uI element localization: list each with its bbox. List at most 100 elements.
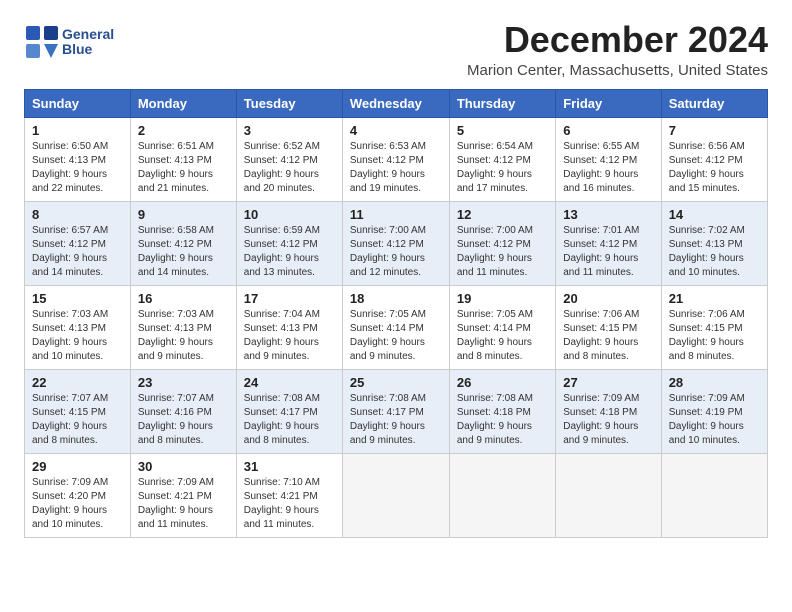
day-number: 9 [138,207,229,222]
calendar-cell [556,453,661,537]
day-detail: Sunrise: 6:57 AMSunset: 4:12 PMDaylight:… [32,225,108,278]
weekday-header-monday: Monday [130,89,236,117]
location-title: Marion Center, Massachusetts, United Sta… [467,62,768,79]
calendar-week-1: 1 Sunrise: 6:50 AMSunset: 4:13 PMDayligh… [25,117,768,201]
day-detail: Sunrise: 6:52 AMSunset: 4:12 PMDaylight:… [244,141,320,194]
month-title: December 2024 [467,20,768,60]
calendar-cell: 8 Sunrise: 6:57 AMSunset: 4:12 PMDayligh… [25,201,131,285]
day-number: 27 [563,375,653,390]
day-number: 24 [244,375,335,390]
day-detail: Sunrise: 6:51 AMSunset: 4:13 PMDaylight:… [138,141,214,194]
day-detail: Sunrise: 6:59 AMSunset: 4:12 PMDaylight:… [244,225,320,278]
weekday-header-saturday: Saturday [661,89,767,117]
day-detail: Sunrise: 7:00 AMSunset: 4:12 PMDaylight:… [350,225,426,278]
calendar-cell: 26 Sunrise: 7:08 AMSunset: 4:18 PMDaylig… [449,369,555,453]
calendar-week-4: 22 Sunrise: 7:07 AMSunset: 4:15 PMDaylig… [25,369,768,453]
calendar-cell: 15 Sunrise: 7:03 AMSunset: 4:13 PMDaylig… [25,285,131,369]
day-number: 3 [244,123,335,138]
day-number: 18 [350,291,442,306]
day-detail: Sunrise: 7:08 AMSunset: 4:17 PMDaylight:… [244,393,320,446]
calendar-table: SundayMondayTuesdayWednesdayThursdayFrid… [24,89,768,538]
day-detail: Sunrise: 7:08 AMSunset: 4:17 PMDaylight:… [350,393,426,446]
day-detail: Sunrise: 7:09 AMSunset: 4:21 PMDaylight:… [138,477,214,530]
title-block: December 2024 Marion Center, Massachuset… [467,20,768,79]
day-number: 4 [350,123,442,138]
day-number: 8 [32,207,123,222]
day-detail: Sunrise: 7:01 AMSunset: 4:12 PMDaylight:… [563,225,639,278]
weekday-header-thursday: Thursday [449,89,555,117]
page-header: General Blue December 2024 Marion Center… [24,20,768,79]
calendar-cell: 22 Sunrise: 7:07 AMSunset: 4:15 PMDaylig… [25,369,131,453]
calendar-cell: 6 Sunrise: 6:55 AMSunset: 4:12 PMDayligh… [556,117,661,201]
calendar-cell: 11 Sunrise: 7:00 AMSunset: 4:12 PMDaylig… [342,201,449,285]
calendar-cell: 30 Sunrise: 7:09 AMSunset: 4:21 PMDaylig… [130,453,236,537]
calendar-cell: 28 Sunrise: 7:09 AMSunset: 4:19 PMDaylig… [661,369,767,453]
day-detail: Sunrise: 7:10 AMSunset: 4:21 PMDaylight:… [244,477,320,530]
logo-text-line2: Blue [62,42,114,57]
calendar-cell: 13 Sunrise: 7:01 AMSunset: 4:12 PMDaylig… [556,201,661,285]
calendar-cell: 17 Sunrise: 7:04 AMSunset: 4:13 PMDaylig… [236,285,342,369]
weekday-header-wednesday: Wednesday [342,89,449,117]
day-detail: Sunrise: 6:56 AMSunset: 4:12 PMDaylight:… [669,141,745,194]
day-detail: Sunrise: 7:04 AMSunset: 4:13 PMDaylight:… [244,309,320,362]
day-number: 22 [32,375,123,390]
logo: General Blue [24,24,114,60]
calendar-cell: 4 Sunrise: 6:53 AMSunset: 4:12 PMDayligh… [342,117,449,201]
calendar-cell: 21 Sunrise: 7:06 AMSunset: 4:15 PMDaylig… [661,285,767,369]
day-number: 21 [669,291,760,306]
calendar-cell: 31 Sunrise: 7:10 AMSunset: 4:21 PMDaylig… [236,453,342,537]
day-number: 13 [563,207,653,222]
day-number: 25 [350,375,442,390]
calendar-week-3: 15 Sunrise: 7:03 AMSunset: 4:13 PMDaylig… [25,285,768,369]
calendar-cell: 2 Sunrise: 6:51 AMSunset: 4:13 PMDayligh… [130,117,236,201]
day-number: 15 [32,291,123,306]
weekday-header-friday: Friday [556,89,661,117]
calendar-cell: 3 Sunrise: 6:52 AMSunset: 4:12 PMDayligh… [236,117,342,201]
day-detail: Sunrise: 7:05 AMSunset: 4:14 PMDaylight:… [457,309,533,362]
logo-text-line1: General [62,27,114,42]
calendar-cell: 25 Sunrise: 7:08 AMSunset: 4:17 PMDaylig… [342,369,449,453]
calendar-cell: 12 Sunrise: 7:00 AMSunset: 4:12 PMDaylig… [449,201,555,285]
calendar-cell: 5 Sunrise: 6:54 AMSunset: 4:12 PMDayligh… [449,117,555,201]
day-number: 17 [244,291,335,306]
calendar-cell: 29 Sunrise: 7:09 AMSunset: 4:20 PMDaylig… [25,453,131,537]
day-number: 11 [350,207,442,222]
calendar-cell: 27 Sunrise: 7:09 AMSunset: 4:18 PMDaylig… [556,369,661,453]
day-detail: Sunrise: 6:54 AMSunset: 4:12 PMDaylight:… [457,141,533,194]
day-detail: Sunrise: 7:05 AMSunset: 4:14 PMDaylight:… [350,309,426,362]
day-number: 2 [138,123,229,138]
day-detail: Sunrise: 6:53 AMSunset: 4:12 PMDaylight:… [350,141,426,194]
day-number: 12 [457,207,548,222]
calendar-cell: 23 Sunrise: 7:07 AMSunset: 4:16 PMDaylig… [130,369,236,453]
day-number: 26 [457,375,548,390]
day-number: 29 [32,459,123,474]
day-detail: Sunrise: 7:06 AMSunset: 4:15 PMDaylight:… [563,309,639,362]
day-number: 30 [138,459,229,474]
day-detail: Sunrise: 7:02 AMSunset: 4:13 PMDaylight:… [669,225,745,278]
calendar-cell: 18 Sunrise: 7:05 AMSunset: 4:14 PMDaylig… [342,285,449,369]
logo-icon [24,24,60,60]
day-detail: Sunrise: 7:03 AMSunset: 4:13 PMDaylight:… [138,309,214,362]
day-number: 10 [244,207,335,222]
calendar-week-2: 8 Sunrise: 6:57 AMSunset: 4:12 PMDayligh… [25,201,768,285]
day-detail: Sunrise: 6:58 AMSunset: 4:12 PMDaylight:… [138,225,214,278]
weekday-header-row: SundayMondayTuesdayWednesdayThursdayFrid… [25,89,768,117]
weekday-header-tuesday: Tuesday [236,89,342,117]
day-detail: Sunrise: 7:03 AMSunset: 4:13 PMDaylight:… [32,309,108,362]
calendar-cell: 24 Sunrise: 7:08 AMSunset: 4:17 PMDaylig… [236,369,342,453]
day-detail: Sunrise: 7:08 AMSunset: 4:18 PMDaylight:… [457,393,533,446]
day-detail: Sunrise: 7:07 AMSunset: 4:16 PMDaylight:… [138,393,214,446]
day-number: 14 [669,207,760,222]
calendar-cell: 1 Sunrise: 6:50 AMSunset: 4:13 PMDayligh… [25,117,131,201]
calendar-cell [342,453,449,537]
day-detail: Sunrise: 7:00 AMSunset: 4:12 PMDaylight:… [457,225,533,278]
day-detail: Sunrise: 7:09 AMSunset: 4:18 PMDaylight:… [563,393,639,446]
day-number: 28 [669,375,760,390]
calendar-cell: 14 Sunrise: 7:02 AMSunset: 4:13 PMDaylig… [661,201,767,285]
calendar-cell [449,453,555,537]
day-number: 5 [457,123,548,138]
calendar-week-5: 29 Sunrise: 7:09 AMSunset: 4:20 PMDaylig… [25,453,768,537]
day-number: 16 [138,291,229,306]
day-number: 1 [32,123,123,138]
day-detail: Sunrise: 6:50 AMSunset: 4:13 PMDaylight:… [32,141,108,194]
